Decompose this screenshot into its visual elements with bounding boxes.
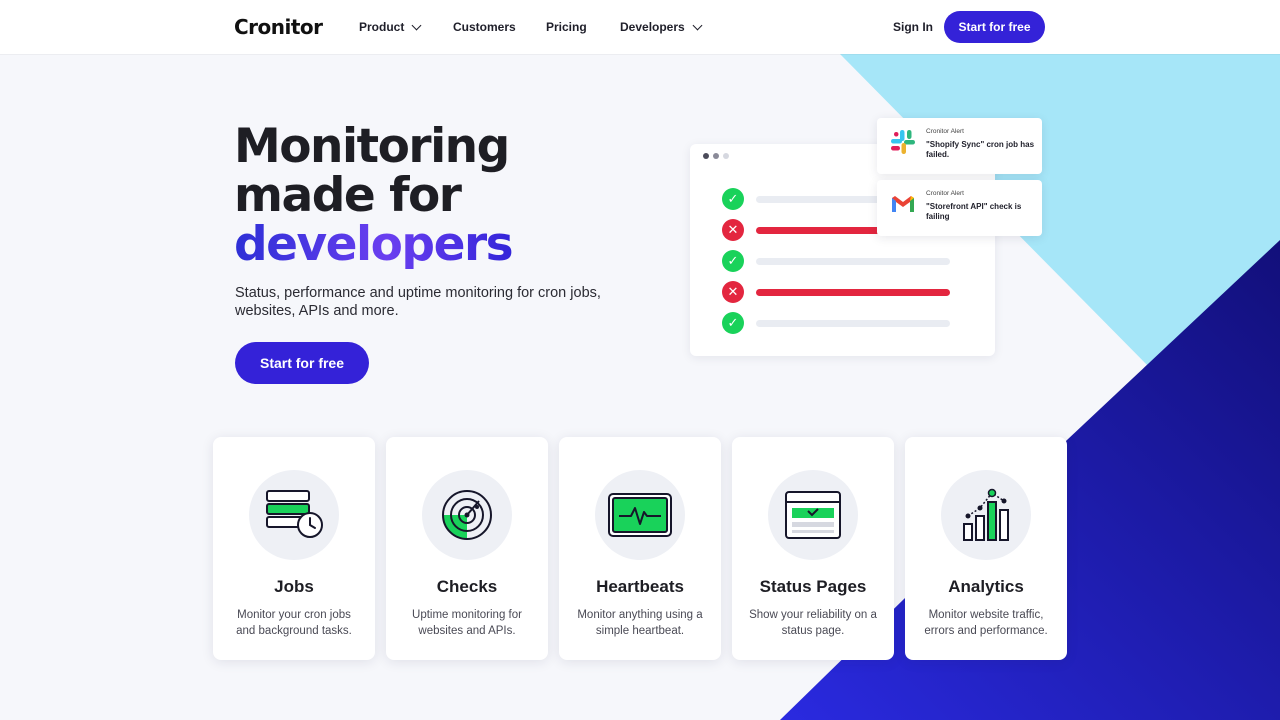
x-icon: ✕ bbox=[722, 281, 744, 303]
feature-card-status-pages[interactable]: Status Pages Show your reliability on a … bbox=[732, 437, 894, 660]
feature-card-heartbeats[interactable]: Heartbeats Monitor anything using a simp… bbox=[559, 437, 721, 660]
nav-item-pricing[interactable]: Pricing bbox=[546, 20, 587, 34]
check-icon: ✓ bbox=[722, 188, 744, 210]
sign-in-link[interactable]: Sign In bbox=[893, 20, 933, 34]
alert-message: "Shopify Sync" cron job has failed. bbox=[926, 140, 1035, 159]
nav-item-customers[interactable]: Customers bbox=[453, 20, 516, 34]
window-dot bbox=[723, 153, 729, 159]
feature-card-analytics[interactable]: Analytics Monitor website traffic, error… bbox=[905, 437, 1067, 660]
window-dot bbox=[713, 153, 719, 159]
gmail-icon bbox=[892, 196, 914, 212]
slack-icon bbox=[891, 130, 915, 154]
check-icon: ✓ bbox=[722, 250, 744, 272]
window-dots bbox=[703, 153, 729, 159]
monitor-bar bbox=[756, 320, 950, 327]
nav-item-developers[interactable]: Developers bbox=[620, 20, 703, 34]
logo[interactable]: Cronitor bbox=[234, 15, 323, 39]
chevron-down-icon bbox=[411, 20, 422, 30]
monitor-row: ✓ bbox=[722, 250, 952, 272]
hero-subtitle: Status, performance and uptime monitorin… bbox=[235, 285, 601, 319]
feature-description: Show your reliability on a status page. bbox=[749, 609, 877, 637]
alert-title: Cronitor Alert bbox=[926, 190, 964, 197]
hero-title-accent: developers bbox=[234, 217, 514, 272]
nav-item-label: Pricing bbox=[546, 20, 587, 34]
analytics-icon bbox=[963, 488, 1009, 541]
feature-title: Status Pages bbox=[759, 577, 867, 596]
feature-icon-circle bbox=[941, 470, 1031, 560]
feature-description: Monitor your cron jobs and background ta… bbox=[236, 609, 352, 637]
feature-card-checks[interactable]: Checks Uptime monitoring for websites an… bbox=[386, 437, 548, 660]
feature-card-jobs[interactable]: Jobs Monitor your cron jobs and backgrou… bbox=[213, 437, 375, 660]
feature-title: Checks bbox=[436, 577, 498, 596]
monitor-window-illustration: ✓ ✕ ✓ ✕ ✓ bbox=[690, 144, 995, 356]
jobs-icon bbox=[266, 490, 323, 538]
monitor-bar bbox=[756, 258, 950, 265]
check-icon: ✓ bbox=[722, 312, 744, 334]
monitor-row: ✓ bbox=[722, 312, 952, 334]
nav-item-label: Customers bbox=[453, 20, 516, 34]
x-icon: ✕ bbox=[722, 219, 744, 241]
chevron-down-icon bbox=[692, 20, 703, 30]
window-dot bbox=[703, 153, 709, 159]
start-for-free-button[interactable]: Start for free bbox=[944, 11, 1045, 43]
slack-alert-card: Cronitor Alert "Shopify Sync" cron job h… bbox=[877, 118, 1042, 174]
feature-icon-circle bbox=[768, 470, 858, 560]
feature-icon-circle bbox=[422, 470, 512, 560]
nav-item-label: Developers bbox=[620, 20, 685, 34]
hero-start-for-free-button[interactable]: Start for free bbox=[235, 342, 369, 384]
feature-description: Monitor anything using a simple heartbea… bbox=[577, 609, 703, 637]
alert-title: Cronitor Alert bbox=[926, 128, 964, 135]
hero-title: Monitoring made for developers bbox=[234, 119, 514, 272]
alert-message: "Storefront API" check is failing bbox=[926, 202, 1022, 221]
monitor-bar bbox=[756, 289, 950, 296]
feature-description: Uptime monitoring for websites and APIs. bbox=[412, 609, 522, 637]
nav-item-product[interactable]: Product bbox=[359, 20, 422, 34]
feature-description: Monitor website traffic, errors and perf… bbox=[924, 609, 1048, 637]
nav-item-label: Product bbox=[359, 20, 405, 34]
radar-icon bbox=[442, 490, 492, 540]
feature-icon-circle bbox=[595, 470, 685, 560]
hero-title-line2: made for bbox=[234, 168, 462, 223]
feature-icon-circle bbox=[249, 470, 339, 560]
feature-title: Analytics bbox=[948, 577, 1024, 596]
top-nav: Cronitor Product Customers Pricing Devel… bbox=[0, 0, 1280, 54]
gmail-alert-card: Cronitor Alert "Storefront API" check is… bbox=[877, 180, 1042, 236]
status-page-icon bbox=[785, 491, 841, 539]
monitor-row: ✕ bbox=[722, 281, 952, 303]
feature-title: Heartbeats bbox=[596, 577, 684, 596]
hero-title-line1: Monitoring bbox=[234, 119, 510, 174]
feature-title: Jobs bbox=[274, 577, 314, 596]
heartbeat-icon bbox=[608, 493, 672, 537]
